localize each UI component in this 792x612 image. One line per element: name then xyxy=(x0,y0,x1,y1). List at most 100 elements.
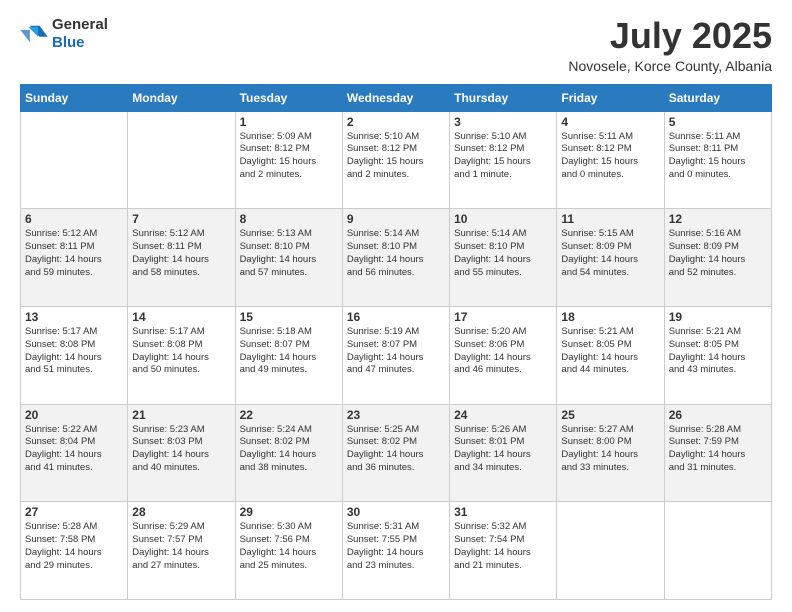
day-info: Sunrise: 5:11 AM Sunset: 8:11 PM Dayligh… xyxy=(669,131,767,182)
table-row: 25 Sunrise: 5:27 AM Sunset: 8:00 PM Dayli… xyxy=(557,404,664,502)
day-number: 26 xyxy=(669,408,767,422)
day-number: 27 xyxy=(25,505,123,519)
day-info: Sunrise: 5:30 AM Sunset: 7:56 PM Dayligh… xyxy=(240,521,338,572)
day-info: Sunrise: 5:12 AM Sunset: 8:11 PM Dayligh… xyxy=(25,228,123,279)
table-row: 26 Sunrise: 5:28 AM Sunset: 7:59 PM Dayli… xyxy=(664,404,771,502)
table-row: 12 Sunrise: 5:16 AM Sunset: 8:09 PM Dayli… xyxy=(664,209,771,307)
day-info: Sunrise: 5:10 AM Sunset: 8:12 PM Dayligh… xyxy=(347,131,445,182)
day-info: Sunrise: 5:32 AM Sunset: 7:54 PM Dayligh… xyxy=(454,521,552,572)
day-number: 23 xyxy=(347,408,445,422)
col-wednesday: Wednesday xyxy=(342,84,449,111)
day-info: Sunrise: 5:21 AM Sunset: 8:05 PM Dayligh… xyxy=(561,326,659,377)
day-number: 31 xyxy=(454,505,552,519)
day-info: Sunrise: 5:22 AM Sunset: 8:04 PM Dayligh… xyxy=(25,424,123,475)
day-info: Sunrise: 5:13 AM Sunset: 8:10 PM Dayligh… xyxy=(240,228,338,279)
table-row: 23 Sunrise: 5:25 AM Sunset: 8:02 PM Dayli… xyxy=(342,404,449,502)
day-number: 22 xyxy=(240,408,338,422)
table-row xyxy=(664,502,771,600)
day-number: 24 xyxy=(454,408,552,422)
calendar-week-row: 20 Sunrise: 5:22 AM Sunset: 8:04 PM Dayli… xyxy=(21,404,772,502)
day-number: 17 xyxy=(454,310,552,324)
calendar-header-row: Sunday Monday Tuesday Wednesday Thursday… xyxy=(21,84,772,111)
day-number: 11 xyxy=(561,212,659,226)
day-number: 16 xyxy=(347,310,445,324)
table-row: 27 Sunrise: 5:28 AM Sunset: 7:58 PM Dayli… xyxy=(21,502,128,600)
day-number: 1 xyxy=(240,115,338,129)
day-info: Sunrise: 5:23 AM Sunset: 8:03 PM Dayligh… xyxy=(132,424,230,475)
table-row: 31 Sunrise: 5:32 AM Sunset: 7:54 PM Dayli… xyxy=(450,502,557,600)
table-row: 30 Sunrise: 5:31 AM Sunset: 7:55 PM Dayli… xyxy=(342,502,449,600)
day-number: 15 xyxy=(240,310,338,324)
day-info: Sunrise: 5:25 AM Sunset: 8:02 PM Dayligh… xyxy=(347,424,445,475)
col-thursday: Thursday xyxy=(450,84,557,111)
day-number: 18 xyxy=(561,310,659,324)
day-number: 25 xyxy=(561,408,659,422)
table-row: 22 Sunrise: 5:24 AM Sunset: 8:02 PM Dayli… xyxy=(235,404,342,502)
day-info: Sunrise: 5:24 AM Sunset: 8:02 PM Dayligh… xyxy=(240,424,338,475)
day-info: Sunrise: 5:14 AM Sunset: 8:10 PM Dayligh… xyxy=(347,228,445,279)
table-row: 9 Sunrise: 5:14 AM Sunset: 8:10 PM Daylig… xyxy=(342,209,449,307)
day-info: Sunrise: 5:14 AM Sunset: 8:10 PM Dayligh… xyxy=(454,228,552,279)
table-row: 7Sunrise: 5:12 AM Sunset: 8:11 PM Daylig… xyxy=(128,209,235,307)
table-row: 3Sunrise: 5:10 AM Sunset: 8:12 PM Daylig… xyxy=(450,111,557,209)
table-row: 20 Sunrise: 5:22 AM Sunset: 8:04 PM Dayli… xyxy=(21,404,128,502)
table-row: 14Sunrise: 5:17 AM Sunset: 8:08 PM Dayli… xyxy=(128,306,235,404)
day-number: 29 xyxy=(240,505,338,519)
day-number: 6 xyxy=(25,212,123,226)
table-row: 15 Sunrise: 5:18 AM Sunset: 8:07 PM Dayli… xyxy=(235,306,342,404)
table-row: 4 Sunrise: 5:11 AM Sunset: 8:12 PM Daylig… xyxy=(557,111,664,209)
day-info: Sunrise: 5:28 AM Sunset: 7:59 PM Dayligh… xyxy=(669,424,767,475)
table-row xyxy=(557,502,664,600)
logo: General Blue xyxy=(20,16,108,52)
day-number: 10 xyxy=(454,212,552,226)
day-number: 9 xyxy=(347,212,445,226)
day-number: 8 xyxy=(240,212,338,226)
day-info: Sunrise: 5:17 AM Sunset: 8:08 PM Dayligh… xyxy=(25,326,123,377)
day-info: Sunrise: 5:31 AM Sunset: 7:55 PM Dayligh… xyxy=(347,521,445,572)
day-info: Sunrise: 5:19 AM Sunset: 8:07 PM Dayligh… xyxy=(347,326,445,377)
day-info: Sunrise: 5:27 AM Sunset: 8:00 PM Dayligh… xyxy=(561,424,659,475)
day-number: 2 xyxy=(347,115,445,129)
day-info: Sunrise: 5:12 AM Sunset: 8:11 PM Dayligh… xyxy=(132,228,230,279)
table-row: 16 Sunrise: 5:19 AM Sunset: 8:07 PM Dayli… xyxy=(342,306,449,404)
header: General Blue July 2025 Novosele, Korce C… xyxy=(20,16,772,74)
month-title: July 2025 xyxy=(568,16,772,56)
table-row: 13 Sunrise: 5:17 AM Sunset: 8:08 PM Dayli… xyxy=(21,306,128,404)
table-row: 11Sunrise: 5:15 AM Sunset: 8:09 PM Dayli… xyxy=(557,209,664,307)
day-info: Sunrise: 5:18 AM Sunset: 8:07 PM Dayligh… xyxy=(240,326,338,377)
day-info: Sunrise: 5:28 AM Sunset: 7:58 PM Dayligh… xyxy=(25,521,123,572)
day-number: 21 xyxy=(132,408,230,422)
table-row: 21 Sunrise: 5:23 AM Sunset: 8:03 PM Dayli… xyxy=(128,404,235,502)
table-row: 5Sunrise: 5:11 AM Sunset: 8:11 PM Daylig… xyxy=(664,111,771,209)
day-number: 13 xyxy=(25,310,123,324)
calendar-week-row: 1Sunrise: 5:09 AM Sunset: 8:12 PM Daylig… xyxy=(21,111,772,209)
day-number: 19 xyxy=(669,310,767,324)
table-row: 19Sunrise: 5:21 AM Sunset: 8:05 PM Dayli… xyxy=(664,306,771,404)
calendar-week-row: 27 Sunrise: 5:28 AM Sunset: 7:58 PM Dayli… xyxy=(21,502,772,600)
day-info: Sunrise: 5:16 AM Sunset: 8:09 PM Dayligh… xyxy=(669,228,767,279)
day-number: 12 xyxy=(669,212,767,226)
location-title: Novosele, Korce County, Albania xyxy=(568,58,772,74)
table-row: 1Sunrise: 5:09 AM Sunset: 8:12 PM Daylig… xyxy=(235,111,342,209)
day-number: 4 xyxy=(561,115,659,129)
table-row: 17 Sunrise: 5:20 AM Sunset: 8:06 PM Dayli… xyxy=(450,306,557,404)
table-row: 29 Sunrise: 5:30 AM Sunset: 7:56 PM Dayli… xyxy=(235,502,342,600)
col-sunday: Sunday xyxy=(21,84,128,111)
col-monday: Monday xyxy=(128,84,235,111)
calendar-week-row: 6 Sunrise: 5:12 AM Sunset: 8:11 PM Daylig… xyxy=(21,209,772,307)
col-saturday: Saturday xyxy=(664,84,771,111)
day-info: Sunrise: 5:26 AM Sunset: 8:01 PM Dayligh… xyxy=(454,424,552,475)
table-row: 18 Sunrise: 5:21 AM Sunset: 8:05 PM Dayli… xyxy=(557,306,664,404)
day-number: 14 xyxy=(132,310,230,324)
day-info: Sunrise: 5:20 AM Sunset: 8:06 PM Dayligh… xyxy=(454,326,552,377)
day-info: Sunrise: 5:11 AM Sunset: 8:12 PM Dayligh… xyxy=(561,131,659,182)
logo-text: General Blue xyxy=(52,16,108,52)
calendar-week-row: 13 Sunrise: 5:17 AM Sunset: 8:08 PM Dayli… xyxy=(21,306,772,404)
logo-icon xyxy=(20,23,48,45)
table-row: 6 Sunrise: 5:12 AM Sunset: 8:11 PM Daylig… xyxy=(21,209,128,307)
table-row: 8 Sunrise: 5:13 AM Sunset: 8:10 PM Daylig… xyxy=(235,209,342,307)
day-number: 30 xyxy=(347,505,445,519)
day-info: Sunrise: 5:29 AM Sunset: 7:57 PM Dayligh… xyxy=(132,521,230,572)
table-row: 2 Sunrise: 5:10 AM Sunset: 8:12 PM Daylig… xyxy=(342,111,449,209)
day-number: 20 xyxy=(25,408,123,422)
